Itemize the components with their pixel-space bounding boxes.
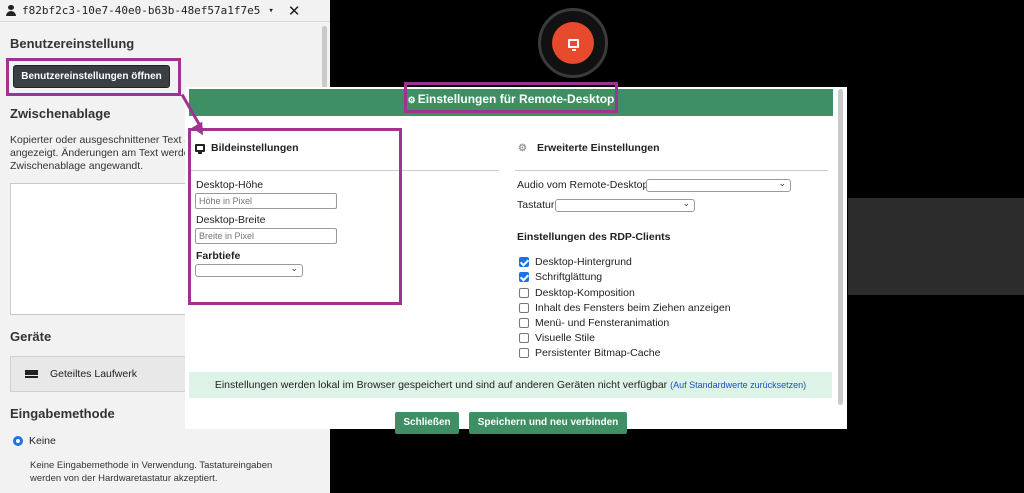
shared-drive-label: Geteiltes Laufwerk (50, 368, 137, 380)
divider (515, 170, 828, 171)
dialog-scrollbar[interactable] (838, 89, 843, 405)
rdp-option-bitmap-cache[interactable]: Persistenter Bitmap-Cache (519, 347, 660, 359)
highlight-dialog-title (404, 82, 618, 113)
clipboard-description-line-1: Kopierter oder ausgeschnittener Text au (10, 134, 197, 146)
advanced-settings-title: Erweiterte Einstellungen (536, 142, 660, 154)
drive-icon (25, 370, 38, 378)
connection-indicator[interactable] (552, 22, 594, 64)
rdp-option-visual-styles[interactable]: Visuelle Stile (519, 332, 595, 344)
info-text: Einstellungen werden lokal im Browser ge… (214, 379, 668, 391)
rdp-option-label: Schriftglättung (535, 271, 603, 283)
rdp-option-desktop-background[interactable]: Desktop-Hintergrund (519, 256, 632, 268)
rdp-option-label: Menü- und Fensteranimation (535, 317, 670, 329)
save-and-reconnect-button[interactable]: Speichern und neu verbinden (469, 412, 627, 434)
rdp-option-desktop-composition[interactable]: Desktop-Komposition (519, 287, 635, 299)
info-bar: Einstellungen werden lokal im Browser ge… (189, 372, 832, 398)
remote-desktop-area (848, 198, 1024, 295)
checkbox[interactable] (519, 272, 529, 282)
input-method-none-label: Keine (29, 435, 56, 447)
checkbox[interactable] (519, 303, 529, 313)
reset-defaults-link[interactable]: (Auf Standardwerte zurücksetzen) (670, 380, 806, 390)
audio-select[interactable]: ⌄ (646, 178, 791, 192)
highlight-open-settings (6, 58, 181, 96)
chevron-down-icon: ⌄ (778, 178, 786, 188)
rdp-option-label: Persistenter Bitmap-Cache (535, 347, 661, 359)
clipboard-title: Zwischenablage (10, 106, 111, 121)
chevron-down-icon: ⌄ (682, 198, 690, 208)
checkbox[interactable] (519, 257, 529, 267)
keyboard-label: Tastatur (517, 199, 555, 211)
close-icon[interactable]: ✕ (288, 2, 301, 20)
user-settings-title: Benutzereinstellung (10, 36, 135, 51)
user-icon (6, 5, 16, 16)
session-id[interactable]: f82bf2c3-10e7-40e0-b63b-48ef57a1f7e5 (22, 4, 260, 17)
input-method-title: Eingabemethode (10, 406, 115, 421)
session-bar[interactable]: f82bf2c3-10e7-40e0-b63b-48ef57a1f7e5 ▾ ✕ (0, 0, 330, 22)
audio-label: Audio vom Remote-Desktop (517, 179, 649, 191)
highlight-display-settings (188, 128, 402, 305)
clipboard-description-line-3: Zwischenablage angewandt. (10, 160, 144, 172)
advanced-settings-heading: ⚙ Erweiterte Einstellungen (518, 142, 660, 154)
input-method-none-radio[interactable] (13, 436, 23, 446)
checkbox[interactable] (519, 333, 529, 343)
rdp-option-window-contents-drag[interactable]: Inhalt des Fensters beim Ziehen anzeigen (519, 302, 731, 314)
rdp-option-label: Desktop-Komposition (535, 287, 635, 299)
checkbox[interactable] (519, 288, 529, 298)
rdp-option-label: Desktop-Hintergrund (535, 256, 632, 268)
rdp-option-label: Inhalt des Fensters beim Ziehen anzeigen (535, 302, 731, 314)
input-method-description-line-1: Keine Eingabemethode in Verwendung. Tast… (30, 460, 273, 471)
clipboard-description-line-2: angezeigt. Änderungen am Text werder (10, 147, 194, 159)
gear-icon: ⚙ (518, 142, 527, 154)
devices-title: Geräte (10, 329, 52, 344)
rdp-option-menu-animation[interactable]: Menü- und Fensteranimation (519, 317, 669, 329)
rdp-option-font-smoothing[interactable]: Schriftglättung (519, 271, 602, 283)
input-method-none-option[interactable]: Keine (13, 435, 56, 447)
rdp-client-settings-title: Einstellungen des RDP-Clients (517, 231, 671, 243)
checkbox[interactable] (519, 348, 529, 358)
keyboard-select[interactable]: ⌄ (555, 198, 695, 212)
chevron-down-icon[interactable]: ▾ (268, 6, 273, 16)
input-method-description-line-2: werden von der Hardwaretastatur akzeptie… (30, 473, 218, 484)
rdp-option-label: Visuelle Stile (535, 332, 595, 344)
close-button[interactable]: Schließen (395, 412, 459, 434)
monitor-icon (567, 38, 579, 51)
checkbox[interactable] (519, 318, 529, 328)
